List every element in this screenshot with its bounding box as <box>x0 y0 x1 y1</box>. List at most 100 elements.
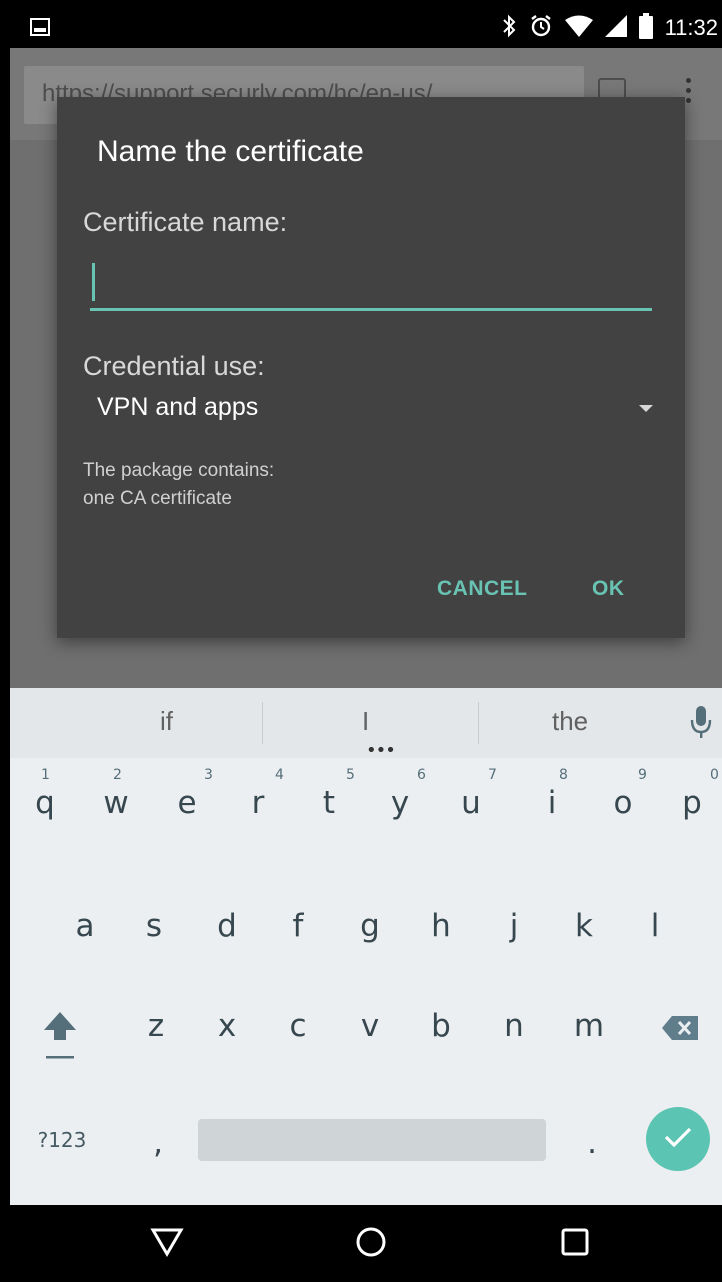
checkmark-icon <box>663 1125 693 1153</box>
key-c[interactable]: c <box>268 991 328 1061</box>
key-number-hint: 5 <box>346 767 355 783</box>
comma-key[interactable]: , <box>128 1108 188 1178</box>
wifi-icon <box>564 15 593 41</box>
key-n[interactable]: n <box>484 991 544 1061</box>
key-label: l <box>650 908 660 944</box>
shift-icon <box>40 1012 80 1072</box>
key-label: p <box>682 785 702 821</box>
key-w[interactable]: 2w <box>86 768 146 838</box>
key-number-hint: 4 <box>275 767 284 783</box>
key-label: o <box>613 785 633 821</box>
microphone-icon[interactable] <box>690 704 712 744</box>
key-label: . <box>587 1125 597 1161</box>
done-key[interactable] <box>646 1107 710 1171</box>
key-label: y <box>390 785 410 821</box>
suggestion-1[interactable]: if <box>160 706 173 737</box>
key-label: x <box>217 1008 237 1044</box>
key-label: a <box>75 908 95 944</box>
key-v[interactable]: v <box>340 991 400 1061</box>
recents-icon[interactable] <box>558 1225 592 1263</box>
credential-use-value: VPN and apps <box>97 393 259 421</box>
gallery-notification-icon <box>30 18 50 40</box>
suggestion-strip: if I ••• the <box>10 688 722 761</box>
key-number-hint: 7 <box>488 767 497 783</box>
key-u[interactable]: 7u <box>441 768 501 838</box>
key-label: c <box>289 1008 307 1044</box>
key-label: ?123 <box>37 1128 87 1152</box>
key-label: i <box>547 785 557 821</box>
key-d[interactable]: d <box>197 891 257 961</box>
key-label: z <box>147 1008 165 1044</box>
key-label: n <box>504 1008 524 1044</box>
key-label: t <box>322 785 336 821</box>
navigation-bar <box>10 1205 722 1282</box>
key-label: h <box>431 908 451 944</box>
backspace-key[interactable] <box>650 991 710 1061</box>
key-g[interactable]: g <box>340 891 400 961</box>
key-o[interactable]: 9o <box>593 768 653 838</box>
key-y[interactable]: 6y <box>370 768 430 838</box>
key-l[interactable]: l <box>625 891 685 961</box>
key-e[interactable]: 3e <box>157 768 217 838</box>
key-m[interactable]: m <box>559 991 619 1061</box>
key-a[interactable]: a <box>55 891 115 961</box>
key-p[interactable]: 0p <box>662 768 722 838</box>
shift-key[interactable] <box>30 999 90 1069</box>
key-label: w <box>103 785 129 821</box>
key-b[interactable]: b <box>411 991 471 1061</box>
package-info-line2: one CA certificate <box>83 488 232 509</box>
alarm-icon <box>529 14 553 42</box>
key-label: k <box>575 908 593 944</box>
key-label: j <box>509 908 519 944</box>
dialog-title: Name the certificate <box>97 135 364 168</box>
key-h[interactable]: h <box>411 891 471 961</box>
overflow-menu-icon[interactable] <box>686 78 692 106</box>
more-suggestions-icon[interactable]: ••• <box>366 740 396 761</box>
key-number-hint: 1 <box>41 767 50 783</box>
key-label: q <box>35 785 55 821</box>
credential-use-label: Credential use: <box>83 351 265 381</box>
key-label: r <box>251 785 265 821</box>
key-r[interactable]: 4r <box>228 768 288 838</box>
key-label: s <box>145 908 163 944</box>
back-icon[interactable] <box>150 1225 184 1263</box>
key-j[interactable]: j <box>484 891 544 961</box>
key-number-hint: 3 <box>204 767 213 783</box>
key-label: d <box>217 908 237 944</box>
signal-icon <box>604 15 627 41</box>
status-bar: 11:32 <box>10 8 722 48</box>
space-bar[interactable] <box>198 1119 546 1161</box>
key-t[interactable]: 5t <box>299 768 359 838</box>
status-time: 11:32 <box>664 15 718 40</box>
key-s[interactable]: s <box>124 891 184 961</box>
suggestion-divider <box>262 702 263 744</box>
bluetooth-icon <box>501 14 517 42</box>
cancel-button[interactable]: CANCEL <box>437 577 528 601</box>
period-key[interactable]: . <box>562 1108 622 1178</box>
backspace-icon <box>660 1008 700 1044</box>
key-label: v <box>360 1008 380 1044</box>
key-i[interactable]: 8i <box>522 768 582 838</box>
key-z[interactable]: z <box>126 991 186 1061</box>
certificate-name-input[interactable] <box>90 257 652 311</box>
key-k[interactable]: k <box>554 891 614 961</box>
suggestion-3[interactable]: the <box>552 706 588 737</box>
key-f[interactable]: f <box>268 891 328 961</box>
key-number-hint: 8 <box>559 767 568 783</box>
key-label: b <box>431 1008 451 1044</box>
soft-keyboard: if I ••• the 1q 2w 3e 4r 5t 6y 7u 8i 9o … <box>10 688 722 1205</box>
suggestion-2[interactable]: I <box>362 706 369 737</box>
home-icon[interactable] <box>354 1225 388 1263</box>
ok-button[interactable]: OK <box>592 577 625 601</box>
key-number-hint: 6 <box>417 767 426 783</box>
symbols-key[interactable]: ?123 <box>24 1105 100 1175</box>
key-label: u <box>461 785 481 821</box>
key-q[interactable]: 1q <box>15 768 75 838</box>
package-info: The package contains: one CA certificate <box>83 457 274 513</box>
text-cursor <box>92 263 95 301</box>
key-label: , <box>153 1125 163 1161</box>
dropdown-arrow-icon <box>639 405 653 412</box>
key-x[interactable]: x <box>197 991 257 1061</box>
key-label: f <box>292 908 304 944</box>
credential-use-dropdown[interactable]: VPN and apps <box>83 387 653 431</box>
